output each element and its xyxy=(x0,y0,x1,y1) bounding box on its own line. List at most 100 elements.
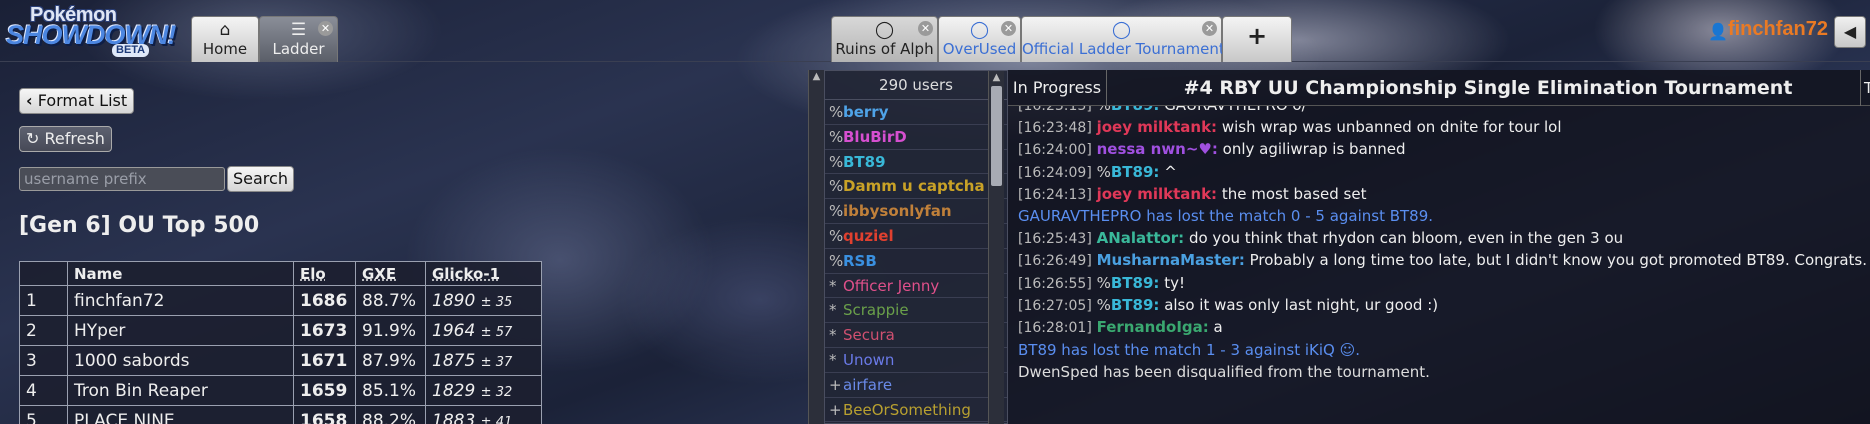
username[interactable]: finchfan72 xyxy=(1728,18,1828,40)
user-list-item[interactable]: * Secura xyxy=(825,323,1007,348)
elo-cell: 1686 xyxy=(293,285,356,316)
user-list-item[interactable]: %BT89 xyxy=(825,150,1007,175)
column-header-elo[interactable]: Elo xyxy=(293,261,356,286)
user-name[interactable]: airfare xyxy=(843,376,892,394)
chat-timestamp: [16:26:55] xyxy=(1018,276,1092,292)
chat-username[interactable]: joey milktank: xyxy=(1097,185,1217,203)
scroll-up-arrow-icon[interactable]: ▲ xyxy=(809,70,824,84)
name-cell[interactable]: Tron Bin Reaper xyxy=(67,375,294,406)
username-prefix-input[interactable] xyxy=(19,167,225,191)
user-list-item[interactable]: %quziel xyxy=(825,224,1007,249)
refresh-button[interactable]: ↻ Refresh xyxy=(19,126,112,152)
scroll-up-arrow-icon[interactable]: ▲ xyxy=(989,71,1004,85)
chat-username[interactable]: nessa nwn~♥: xyxy=(1097,140,1218,158)
pokemon-showdown-logo[interactable]: Pokémon SHOWDOWN! BETA xyxy=(4,2,184,57)
name-cell[interactable]: finchfan72 xyxy=(67,285,294,316)
user-list-scroll-thumb[interactable] xyxy=(991,86,1002,186)
chat-username[interactable]: ANalattor: xyxy=(1097,229,1185,247)
close-icon[interactable]: ✕ xyxy=(1001,21,1016,36)
user-list-item[interactable]: * Officer Jenny xyxy=(825,274,1007,299)
user-name[interactable]: Secura xyxy=(843,326,895,344)
format-list-button[interactable]: ‹ Format List xyxy=(19,88,135,114)
column-header-glicko[interactable]: Glicko-1 xyxy=(425,261,542,286)
elo-cell: 1671 xyxy=(293,345,356,376)
column-header-rank xyxy=(19,261,68,286)
chat-message: [16:28:01] FernandoIga: a xyxy=(1018,318,1223,336)
tab-room-overused[interactable]: ◯ OverUsed ✕ xyxy=(938,16,1021,62)
ladder-title: [Gen 6] OU Top 500 xyxy=(19,213,260,238)
user-name[interactable]: ibbysonlyfan xyxy=(843,202,952,220)
user-rank-symbol: + xyxy=(829,400,842,419)
user-rank-symbol: % xyxy=(829,202,844,221)
chat-timestamp: [16:24:09] xyxy=(1018,165,1092,181)
chat-username[interactable]: BT89: xyxy=(1111,296,1160,314)
glicko-cell: 1883 ± 41 xyxy=(425,405,542,424)
user-name[interactable]: BluBirD xyxy=(843,128,907,146)
chat-rank-symbol: % xyxy=(1096,296,1111,314)
user-rank-symbol: * xyxy=(829,276,837,295)
user-icon: 👤 xyxy=(1707,22,1728,41)
user-list-item[interactable]: %BluBirD xyxy=(825,125,1007,150)
user-name[interactable]: Unown xyxy=(843,351,894,369)
chat-username[interactable]: FernandoIga: xyxy=(1097,318,1209,336)
tab-ladder[interactable]: ☰ Ladder ✕ xyxy=(259,16,338,62)
tab-home-label: Home xyxy=(202,40,248,58)
ladder-table: Name Elo GXE Glicko-1 1 finchfan72 1686 … xyxy=(19,261,542,424)
user-area[interactable]: 👤 finchfan72 xyxy=(1708,18,1828,48)
user-name[interactable]: Damm u captcha xyxy=(843,177,985,195)
tournament-title[interactable]: #4 RBY UU Championship Single Eliminatio… xyxy=(1108,70,1868,106)
user-list-item[interactable]: %berry xyxy=(825,100,1007,125)
user-name[interactable]: BeeOrSomething xyxy=(843,401,971,419)
user-list-item[interactable]: +airfare xyxy=(825,373,1007,398)
user-list-item[interactable]: %RSB xyxy=(825,249,1007,274)
elo-cell: 1673 xyxy=(293,315,356,346)
user-list-item[interactable]: * Unown xyxy=(825,348,1007,373)
elo-cell: 1658 xyxy=(293,405,356,424)
tournament-result-text: GAURAVTHEPRO has lost the match 0 - 5 ag… xyxy=(1018,207,1434,225)
chat-text: GAURAVTHEPRO o/ xyxy=(1164,106,1306,114)
user-list-item[interactable]: %Damm u captcha xyxy=(825,174,1007,200)
close-icon[interactable]: ✕ xyxy=(318,21,333,36)
sound-button[interactable]: ◀ xyxy=(1834,16,1866,48)
name-cell[interactable]: HYper xyxy=(67,315,294,346)
chat-timestamp: [16:23:48] xyxy=(1018,120,1092,136)
close-icon[interactable]: ✕ xyxy=(1202,21,1217,36)
user-list-scrollbar[interactable]: ▲ xyxy=(988,71,1004,424)
name-cell[interactable]: PLACE NINE xyxy=(67,405,294,424)
chat-username[interactable]: MusharnaMaster: xyxy=(1097,251,1245,269)
column-header-gxe[interactable]: GXE xyxy=(355,261,426,286)
column-header-name: Name xyxy=(67,261,294,286)
user-list-item[interactable]: * Scrappie xyxy=(825,298,1007,324)
table-header-row: Name Elo GXE Glicko-1 xyxy=(19,261,542,286)
chat-username[interactable]: joey milktank: xyxy=(1097,118,1217,136)
table-row: 2 HYper 1673 91.9% 1964 ± 57 xyxy=(19,315,542,346)
user-name[interactable]: quziel xyxy=(843,227,894,245)
user-list-item[interactable]: %ibbysonlyfan xyxy=(825,199,1007,224)
chat-timestamp: [16:26:49] xyxy=(1018,253,1092,269)
user-name[interactable]: Officer Jenny xyxy=(843,277,939,295)
chat-username[interactable]: BT89: xyxy=(1111,163,1160,181)
tab-room-ruins-of-alph[interactable]: ◯ Ruins of Alph ✕ xyxy=(831,16,938,62)
chat-username[interactable]: BT89: xyxy=(1111,106,1160,114)
user-name[interactable]: BT89 xyxy=(843,153,886,171)
user-list-item[interactable]: +BeeOrSomething xyxy=(825,398,1007,423)
close-icon[interactable]: ✕ xyxy=(918,21,933,36)
chat-username[interactable]: BT89: xyxy=(1111,274,1160,292)
chat-timestamp: [16:24:00] xyxy=(1018,142,1092,158)
chat-notice: GAURAVTHEPRO has lost the match 0 - 5 ag… xyxy=(1018,207,1433,225)
user-name[interactable]: berry xyxy=(843,103,888,121)
chat-message: [16:23:13] %BT89: GAURAVTHEPRO o/ xyxy=(1018,106,1307,114)
tournament-result-text: BT89 has lost the match 1 - 3 against iK… xyxy=(1018,341,1360,359)
name-cell[interactable]: 1000 sabords xyxy=(67,345,294,376)
tab-room-official-ladder-tournament[interactable]: ◯ Official Ladder Tournament ✕ xyxy=(1021,16,1225,62)
user-name[interactable]: Scrappie xyxy=(843,301,909,319)
plus-icon: + xyxy=(1246,22,1268,50)
user-name[interactable]: RSB xyxy=(843,252,877,270)
ladder-scrollbar[interactable]: ▲ xyxy=(808,70,824,424)
glicko-value: 1829 xyxy=(432,380,476,401)
search-button[interactable]: Search xyxy=(227,166,294,192)
tab-home[interactable]: ⌂ Home xyxy=(191,16,259,62)
new-tab-button[interactable]: + xyxy=(1222,16,1292,62)
refresh-icon: ↻ xyxy=(26,129,40,148)
chat-text: do you think that rhydon can bloom, even… xyxy=(1188,229,1624,247)
